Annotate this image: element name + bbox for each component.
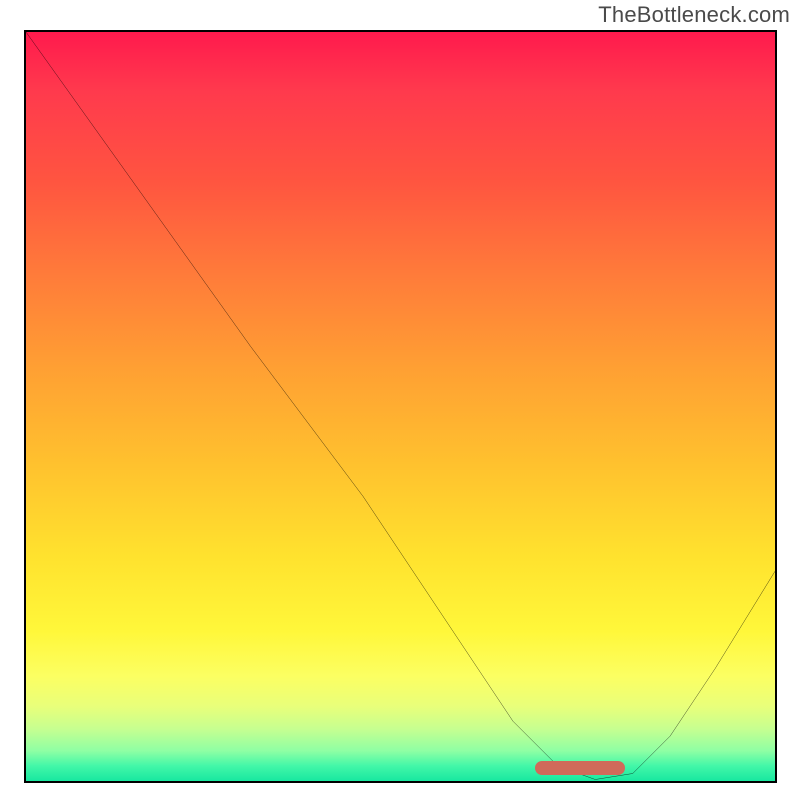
chart-container: TheBottleneck.com [0,0,800,800]
curve-path [26,32,775,780]
attribution-label: TheBottleneck.com [598,2,790,28]
plot-area [24,30,777,783]
optimal-range-marker [535,761,625,775]
bottleneck-curve [26,32,775,781]
